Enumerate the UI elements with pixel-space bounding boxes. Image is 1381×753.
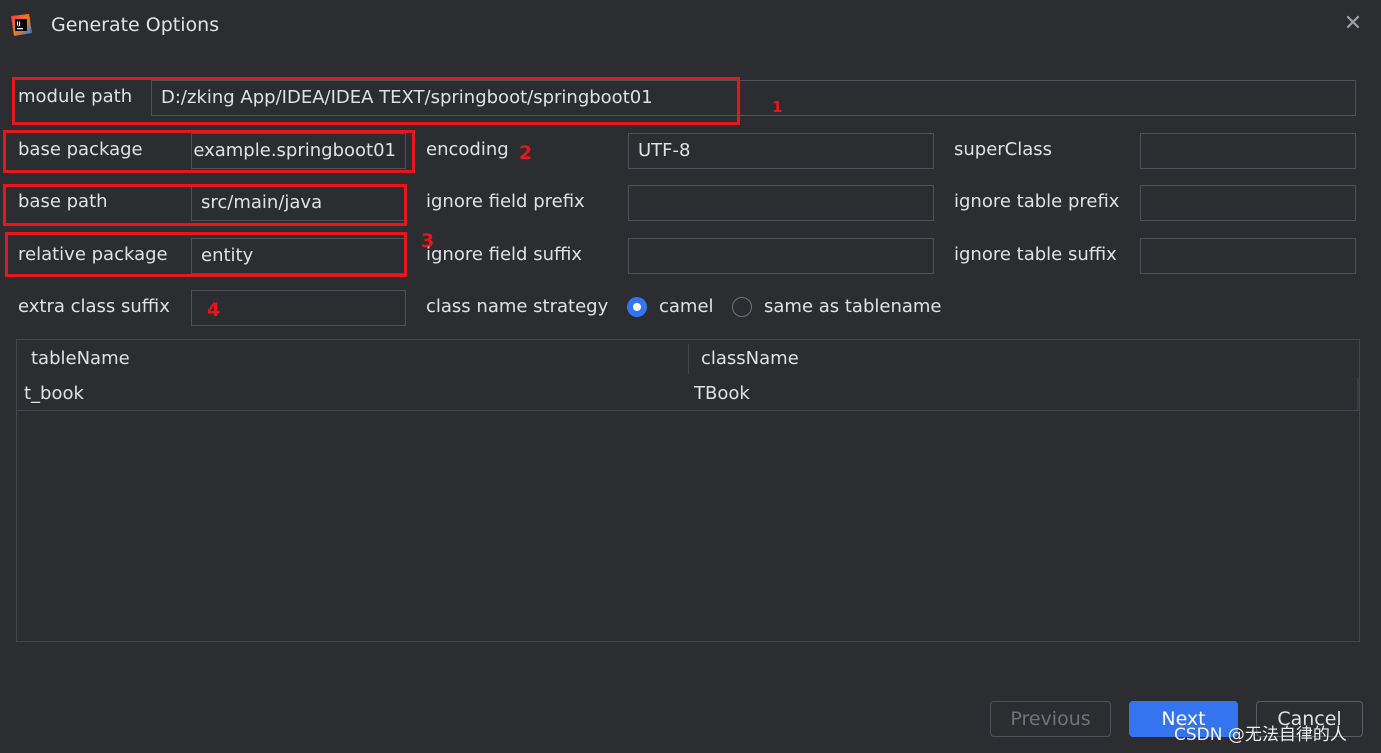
svg-text:IJ: IJ: [17, 22, 21, 28]
annotation-number-2: 2: [519, 142, 533, 164]
extra-class-suffix-label: extra class suffix: [18, 296, 170, 317]
relative-package-label: relative package: [18, 244, 168, 265]
ignore-field-suffix-label: ignore field suffix: [426, 244, 583, 265]
encoding-field[interactable]: UTF-8: [628, 133, 934, 169]
annotation-number-1: 1: [772, 98, 783, 116]
camel-radio-label[interactable]: camel: [659, 296, 714, 317]
table-cell-tablename[interactable]: t_book: [24, 378, 84, 410]
table-cell-classname[interactable]: TBook: [694, 378, 750, 410]
watermark-text: CSDN @无法自律的人: [1174, 725, 1347, 745]
base-package-field[interactable]: com.example.springboot01: [191, 133, 406, 169]
base-package-value: com.example.springboot01: [192, 140, 396, 161]
window-title: Generate Options: [51, 14, 220, 36]
annotation-number-4: 4: [207, 299, 221, 321]
superclass-label: superClass: [954, 139, 1053, 160]
base-path-label: base path: [18, 191, 108, 212]
previous-button[interactable]: Previous: [990, 701, 1111, 737]
column-header-tablename[interactable]: tableName: [31, 340, 130, 378]
ignore-table-prefix-label: ignore table prefix: [954, 191, 1120, 212]
ignore-table-suffix-field[interactable]: [1140, 238, 1356, 274]
ignore-table-prefix-field[interactable]: [1140, 185, 1356, 221]
ignore-field-suffix-field[interactable]: [628, 238, 934, 274]
table-row[interactable]: t_book TBook: [17, 378, 1359, 411]
intellij-idea-icon: IJ: [11, 14, 32, 36]
ignore-field-prefix-field[interactable]: [628, 185, 934, 221]
module-path-label: module path: [18, 86, 133, 107]
close-icon[interactable]: ✕: [1343, 13, 1363, 35]
column-header-classname[interactable]: className: [701, 340, 799, 378]
column-divider[interactable]: [688, 344, 689, 374]
table-header: tableName className: [17, 340, 1359, 379]
same-as-tablename-radio[interactable]: [732, 297, 752, 317]
encoding-label: encoding: [426, 139, 509, 160]
base-package-label: base package: [18, 139, 143, 160]
ignore-table-suffix-label: ignore table suffix: [954, 244, 1117, 265]
relative-package-field[interactable]: entity: [191, 238, 406, 274]
class-name-strategy-label: class name strategy: [426, 296, 609, 317]
camel-radio[interactable]: [627, 297, 647, 317]
base-path-field[interactable]: src/main/java: [191, 185, 406, 221]
superclass-field[interactable]: [1140, 133, 1356, 169]
same-as-tablename-radio-label[interactable]: same as tablename: [764, 296, 942, 317]
module-path-field[interactable]: D:/zking App/IDEA/IDEA TEXT/springboot/s…: [151, 80, 1356, 116]
row-edge: [1357, 378, 1359, 410]
table-mapping[interactable]: tableName className t_book TBook: [16, 339, 1360, 642]
ignore-field-prefix-label: ignore field prefix: [426, 191, 585, 212]
extra-class-suffix-field[interactable]: [191, 290, 406, 326]
